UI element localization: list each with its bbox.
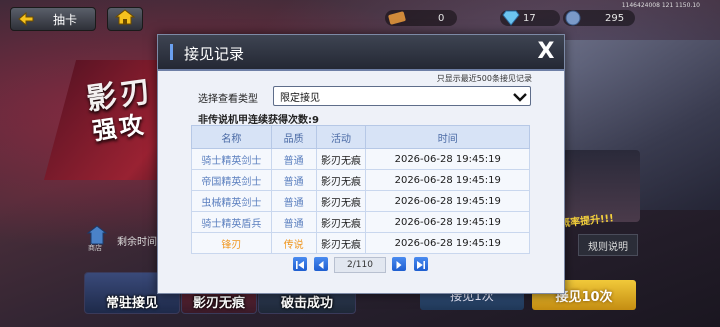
type-select-value: 限定接见 — [280, 93, 320, 104]
title-accent-bar — [170, 44, 173, 60]
record-quality: 普通 — [270, 169, 317, 191]
crystal-icon — [565, 10, 581, 30]
shop-label: 商店 — [88, 244, 102, 252]
next-page-button[interactable] — [392, 257, 406, 271]
non-legend-streak: 非传说机甲连续获得次数:9 — [198, 115, 319, 126]
column-header-time: 时间 — [365, 125, 530, 149]
records-limit-note: 只显示最近500条接见记录 — [436, 74, 532, 83]
remaining-time-label: 剩余时间 — [117, 237, 157, 248]
prev-page-button[interactable] — [314, 257, 328, 271]
diamond-count: 17 — [523, 12, 536, 24]
dialog-title: 接见记录 — [184, 45, 245, 63]
last-page-icon — [416, 255, 426, 274]
record-quality: 普通 — [270, 190, 317, 212]
draw-records-dialog: 接见记录 X 只显示最近500条接见记录 选择查看类型 限定接见 非传说机甲连续… — [157, 34, 565, 294]
record-name: 骑士精英盾兵 — [191, 211, 272, 233]
next-page-icon — [394, 255, 404, 274]
record-quality: 传说 — [270, 232, 317, 254]
back-arrow-icon — [15, 9, 37, 29]
record-name: 锋刃 — [191, 232, 272, 254]
record-name: 骑士精英剑士 — [191, 148, 272, 170]
home-icon — [114, 9, 136, 29]
record-time: 2026-06-28 19:45:19 — [365, 211, 530, 233]
type-select[interactable]: 限定接见 — [273, 86, 531, 106]
column-header-quality: 品质 — [270, 125, 317, 149]
diamond-icon — [502, 10, 520, 30]
page-indicator: 2/110 — [334, 257, 386, 273]
records-table: 名称 品质 活动 时间 骑士精英剑士 普通 影刃无痕 2026-06-28 19… — [191, 125, 530, 254]
record-time: 2026-06-28 19:45:19 — [365, 232, 530, 254]
close-button[interactable]: X — [536, 41, 556, 63]
record-activity: 影刃无痕 — [315, 190, 367, 212]
record-activity: 影刃无痕 — [315, 232, 367, 254]
crystal-count: 295 — [605, 12, 625, 24]
column-header-name: 名称 — [191, 125, 272, 149]
table-row: 帝国精英剑士 普通 影刃无痕 2026-06-28 19:45:19 — [191, 169, 530, 191]
tab-shadow-blade-label: 影刃无痕 — [192, 296, 245, 311]
back-label: 抽卡 — [53, 12, 78, 27]
first-page-icon — [295, 255, 305, 274]
record-activity: 影刃无痕 — [315, 148, 367, 170]
record-time: 2026-06-28 19:45:19 — [365, 148, 530, 170]
first-page-button[interactable] — [293, 257, 307, 271]
home-button[interactable] — [107, 7, 143, 31]
dialog-header: 接见记录 X — [158, 35, 564, 71]
rules-button[interactable]: 规则说明 — [578, 234, 638, 256]
tab-break-success-label: 破击成功 — [280, 296, 333, 311]
table-row: 骑士精英盾兵 普通 影刃无痕 2026-06-28 19:45:19 — [191, 211, 530, 233]
back-button[interactable]: 抽卡 — [10, 7, 96, 31]
last-page-button[interactable] — [414, 257, 428, 271]
tab-standard-draw-label: 常驻接见 — [105, 296, 158, 311]
record-quality: 普通 — [270, 148, 317, 170]
table-header-row: 名称 品质 活动 时间 — [191, 125, 530, 149]
prev-page-icon — [316, 255, 326, 274]
ticket-count: 0 — [438, 12, 445, 24]
filter-label: 选择查看类型 — [198, 94, 258, 105]
record-name: 虫械精英剑士 — [191, 190, 272, 212]
coords-readout: 1146424008 121 1150.10 — [621, 2, 700, 9]
record-name: 帝国精英剑士 — [191, 169, 272, 191]
record-activity: 影刃无痕 — [315, 169, 367, 191]
banner-title-line2: 强攻 — [90, 110, 149, 146]
top-bar: 抽卡 0 17 295 1146424008 121 1150.10 — [0, 0, 720, 34]
record-time: 2026-06-28 19:45:19 — [365, 169, 530, 191]
table-row: 骑士精英剑士 普通 影刃无痕 2026-06-28 19:45:19 — [191, 148, 530, 170]
chevron-down-icon — [512, 89, 528, 103]
record-quality: 普通 — [270, 211, 317, 233]
record-activity: 影刃无痕 — [315, 211, 367, 233]
table-row: 虫械精英剑士 普通 影刃无痕 2026-06-28 19:45:19 — [191, 190, 530, 212]
record-time: 2026-06-28 19:45:19 — [365, 190, 530, 212]
ticket-icon — [388, 10, 406, 29]
table-row: 锋刃 传说 影刃无痕 2026-06-28 19:45:19 — [191, 232, 530, 254]
column-header-activity: 活动 — [315, 125, 367, 149]
